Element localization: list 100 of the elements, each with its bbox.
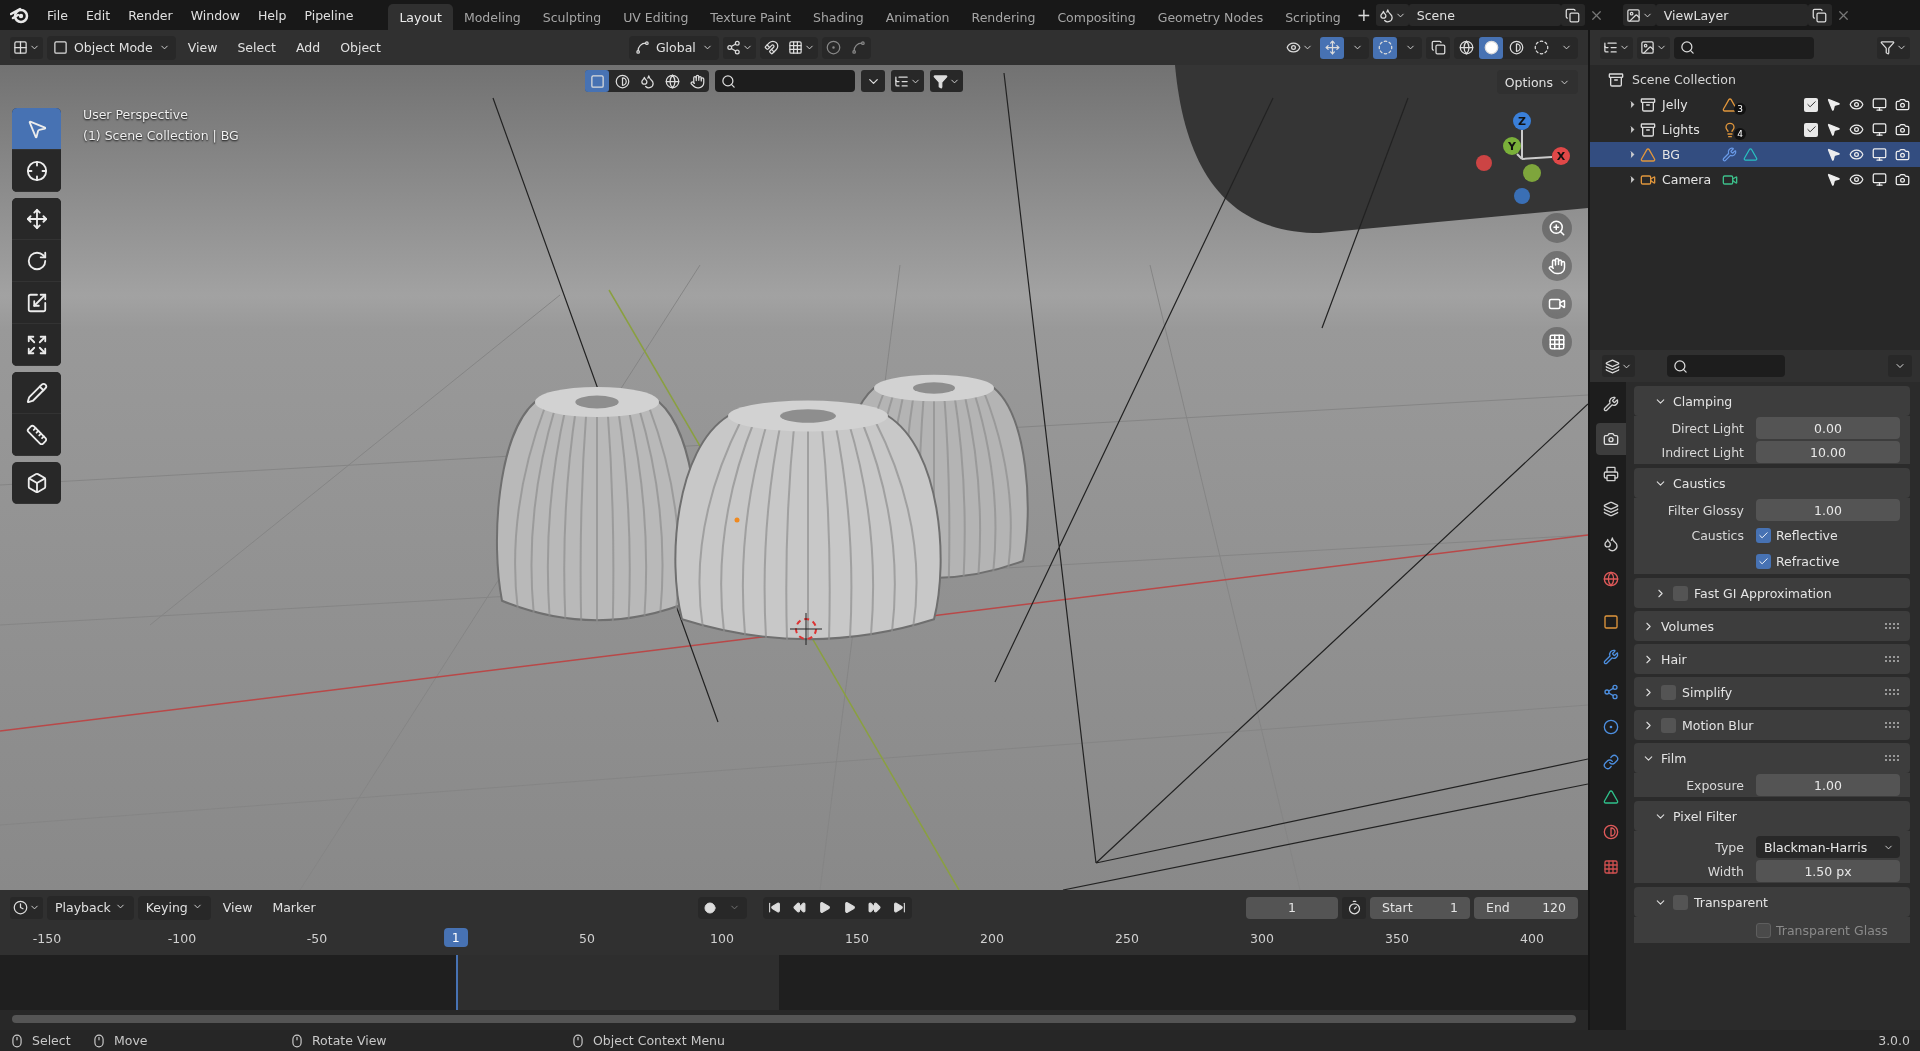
- panel-header[interactable]: Caustics: [1634, 468, 1910, 498]
- menu-item[interactable]: Edit: [76, 7, 120, 23]
- panel-header[interactable]: Simplify: [1634, 677, 1910, 707]
- field-label: Exposure: [1685, 777, 1744, 793]
- number-field[interactable]: 0.00: [1756, 417, 1900, 439]
- frame-number: -100: [167, 931, 197, 946]
- version-label: 3.0.0: [1878, 1033, 1910, 1048]
- hint-label: Move: [114, 1033, 148, 1048]
- panel-title: Hair: [1661, 651, 1687, 667]
- options-dropdown[interactable]: Options: [1496, 70, 1578, 94]
- field-value: 1: [1450, 900, 1458, 915]
- view-title: User Perspective: [83, 107, 189, 122]
- workspace-tab[interactable]: Animation: [874, 4, 961, 30]
- panel-header[interactable]: Fast GI Approximation: [1634, 578, 1910, 608]
- axis-label: Y: [1508, 140, 1516, 153]
- panel-title: Volumes: [1661, 618, 1714, 634]
- navigation-gizmo[interactable]: Z Y X: [1460, 93, 1580, 213]
- header-menu[interactable]: Object: [332, 35, 389, 60]
- view-layer-field[interactable]: ViewLayer: [1655, 4, 1808, 26]
- field-label: Type: [1714, 839, 1744, 855]
- hint-label: Rotate View: [312, 1033, 387, 1048]
- current-frame-field[interactable]: 1: [1246, 896, 1338, 919]
- panel-header[interactable]: Volumes: [1634, 611, 1910, 641]
- playhead[interactable]: 1: [443, 928, 468, 947]
- frame-number: 300: [1250, 931, 1274, 946]
- panel-title: Caustics: [1673, 475, 1726, 491]
- timeline-menu[interactable]: Keying: [137, 895, 211, 920]
- number-field[interactable]: 10.00: [1756, 441, 1900, 463]
- dropdown-field[interactable]: Blackman-Harris: [1756, 836, 1900, 858]
- header-menu[interactable]: Add: [288, 35, 329, 60]
- timeline-menu[interactable]: Marker: [264, 895, 324, 920]
- start-frame-field[interactable]: Start 1: [1370, 896, 1470, 919]
- field-label: Filter Glossy: [1666, 502, 1744, 518]
- workspace-tab[interactable]: Geometry Nodes: [1146, 4, 1275, 30]
- field-label: Width: [1706, 863, 1744, 879]
- frame-number: 400: [1520, 931, 1544, 946]
- axis-label: Z: [1518, 115, 1526, 128]
- panel-header[interactable]: Pixel Filter: [1634, 801, 1910, 831]
- count-badge: 3: [1734, 102, 1746, 115]
- frame-number: -150: [32, 931, 62, 946]
- menu-item[interactable]: File: [38, 7, 77, 23]
- panel-header[interactable]: Motion Blur: [1634, 710, 1910, 740]
- panel-title: Film: [1661, 750, 1687, 766]
- workspace-tab[interactable]: Shading: [802, 4, 875, 30]
- add-workspace-button[interactable]: +: [1351, 4, 1376, 26]
- workspace-tab[interactable]: Modeling: [452, 4, 532, 30]
- panel-title: Clamping: [1673, 393, 1733, 409]
- header-menu[interactable]: Select: [229, 35, 284, 60]
- frame-number: 50: [579, 931, 595, 946]
- menu-item[interactable]: Help: [248, 7, 296, 23]
- number-field[interactable]: 1.00: [1756, 774, 1900, 796]
- field-label: Indirect Light: [1660, 444, 1744, 460]
- outliner-row[interactable]: Scene Collection: [1590, 67, 1920, 92]
- outliner-row[interactable]: Lights 4: [1590, 117, 1920, 142]
- number-field[interactable]: 1.50 px: [1756, 860, 1900, 882]
- field-value: 120: [1542, 900, 1566, 915]
- frame-number: 100: [710, 931, 734, 946]
- hint-label: Select: [32, 1033, 71, 1048]
- frame-number: 150: [845, 931, 869, 946]
- frame-number: 350: [1385, 931, 1409, 946]
- axis-label: X: [1556, 150, 1566, 163]
- menu-item[interactable]: Pipeline: [295, 7, 363, 23]
- workspace-tab[interactable]: Scripting: [1274, 4, 1352, 30]
- checkbox-label: Refractive: [1776, 553, 1840, 569]
- menu-item[interactable]: Window: [181, 7, 249, 23]
- panel-header[interactable]: Transparent: [1634, 887, 1910, 917]
- orientation-dropdown[interactable]: Global: [628, 35, 719, 60]
- panel-title: Transparent: [1694, 894, 1768, 910]
- panel-title: Simplify: [1682, 684, 1733, 700]
- workspace-tab[interactable]: Rendering: [960, 4, 1047, 30]
- workspace-tab[interactable]: Texture Paint: [699, 4, 802, 30]
- panel-title: Fast GI Approximation: [1694, 585, 1832, 601]
- outliner-row[interactable]: Jelly 3: [1590, 92, 1920, 117]
- panel-header[interactable]: Film: [1634, 743, 1910, 773]
- workspace-tab[interactable]: Layout: [388, 4, 453, 30]
- mode-dropdown[interactable]: Object Mode: [47, 35, 176, 60]
- end-frame-field[interactable]: End 120: [1474, 896, 1578, 919]
- view-subtitle: (1) Scene Collection | BG: [83, 128, 239, 143]
- workspace-tab[interactable]: Compositing: [1046, 4, 1147, 30]
- outliner-row[interactable]: Camera: [1590, 167, 1920, 192]
- panel-title: Pixel Filter: [1673, 808, 1737, 824]
- field-label: Direct Light: [1670, 420, 1744, 436]
- timeline-menu[interactable]: View: [214, 895, 261, 920]
- checkbox-label: Transparent Glass: [1776, 922, 1888, 938]
- timeline-menu[interactable]: Playback: [47, 895, 134, 920]
- menu-item[interactable]: Render: [119, 7, 182, 23]
- workspace-tab[interactable]: Sculpting: [531, 4, 613, 30]
- panel-header[interactable]: Hair: [1634, 644, 1910, 674]
- frame-number: 200: [980, 931, 1004, 946]
- number-field[interactable]: 1.00: [1756, 499, 1900, 521]
- field-label: End: [1486, 900, 1510, 915]
- panel-header[interactable]: Clamping: [1634, 386, 1910, 416]
- workspace-tab[interactable]: UV Editing: [612, 4, 700, 30]
- scene-field[interactable]: Scene: [1408, 4, 1561, 26]
- checkbox-label: Reflective: [1776, 527, 1838, 543]
- outliner-row[interactable]: BG: [1590, 142, 1920, 167]
- count-badge: 4: [1734, 127, 1746, 140]
- field-label: Start: [1382, 900, 1413, 915]
- header-menu[interactable]: View: [179, 35, 226, 60]
- dropdown-value: Blackman-Harris: [1764, 839, 1868, 855]
